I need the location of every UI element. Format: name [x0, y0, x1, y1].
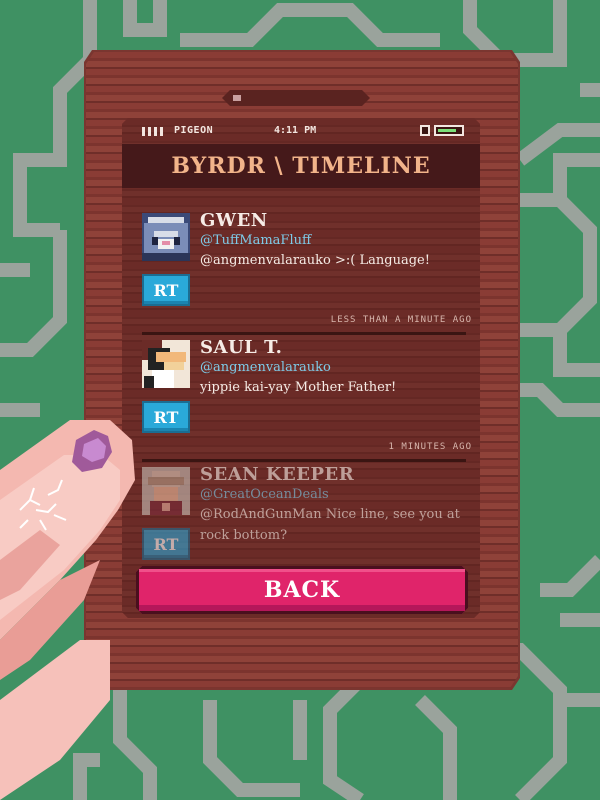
tweet-item: SEAN KEEPER @GreatOceanDeals @RodAndGunM…	[142, 442, 472, 567]
app-header: BYRDR \ TIMELINE	[122, 144, 480, 188]
page-title: BYRDR \ TIMELINE	[171, 153, 431, 179]
tweet-author-handle[interactable]: @GreatOceanDeals	[200, 487, 329, 502]
tweet-item: GWEN @TuffMamaFluff @angmenvalarauko >:(…	[142, 188, 472, 335]
tweet-author-handle[interactable]: @TuffMamaFluff	[200, 233, 311, 248]
tweet-author-name: SAUL T.	[200, 337, 283, 358]
avatar-sean	[142, 467, 190, 515]
retweet-button[interactable]: RT	[142, 401, 190, 433]
tweet-author-name: GWEN	[200, 210, 268, 231]
tweet-item: SAUL T. @angmenvalarauko yippie kai-yay …	[142, 315, 472, 462]
tweet-author-handle[interactable]: @angmenvalarauko	[200, 360, 331, 375]
carrier-name: PIGEON	[174, 125, 214, 136]
timeline-feed[interactable]: GWEN @TuffMamaFluff @angmenvalarauko >:(…	[122, 188, 480, 618]
retweet-button[interactable]: RT	[142, 274, 190, 306]
back-button-label: BACK	[263, 577, 341, 603]
tweet-message: @angmenvalarauko >:( Language!	[200, 253, 430, 268]
battery-icon	[420, 125, 464, 136]
retweet-button[interactable]: RT	[142, 528, 190, 560]
tweet-message: @RodAndGunMan Nice line, see you at rock…	[200, 507, 460, 543]
status-time: 4:11 PM	[274, 125, 317, 136]
tweet-author-name: SEAN KEEPER	[200, 464, 355, 485]
avatar-saul	[142, 340, 190, 388]
phone-screen: PIGEON 4:11 PM BYRDR \ TIMELINE GWEN @Tu…	[122, 118, 480, 618]
tweet-message: yippie kai-yay Mother Father!	[200, 380, 397, 395]
back-button[interactable]: BACK	[136, 566, 468, 614]
phone-speaker	[222, 90, 370, 106]
signal-bars-icon	[142, 127, 163, 136]
avatar-gwen	[142, 213, 190, 261]
status-bar: PIGEON 4:11 PM	[122, 118, 480, 144]
speaker-dot	[233, 95, 241, 101]
